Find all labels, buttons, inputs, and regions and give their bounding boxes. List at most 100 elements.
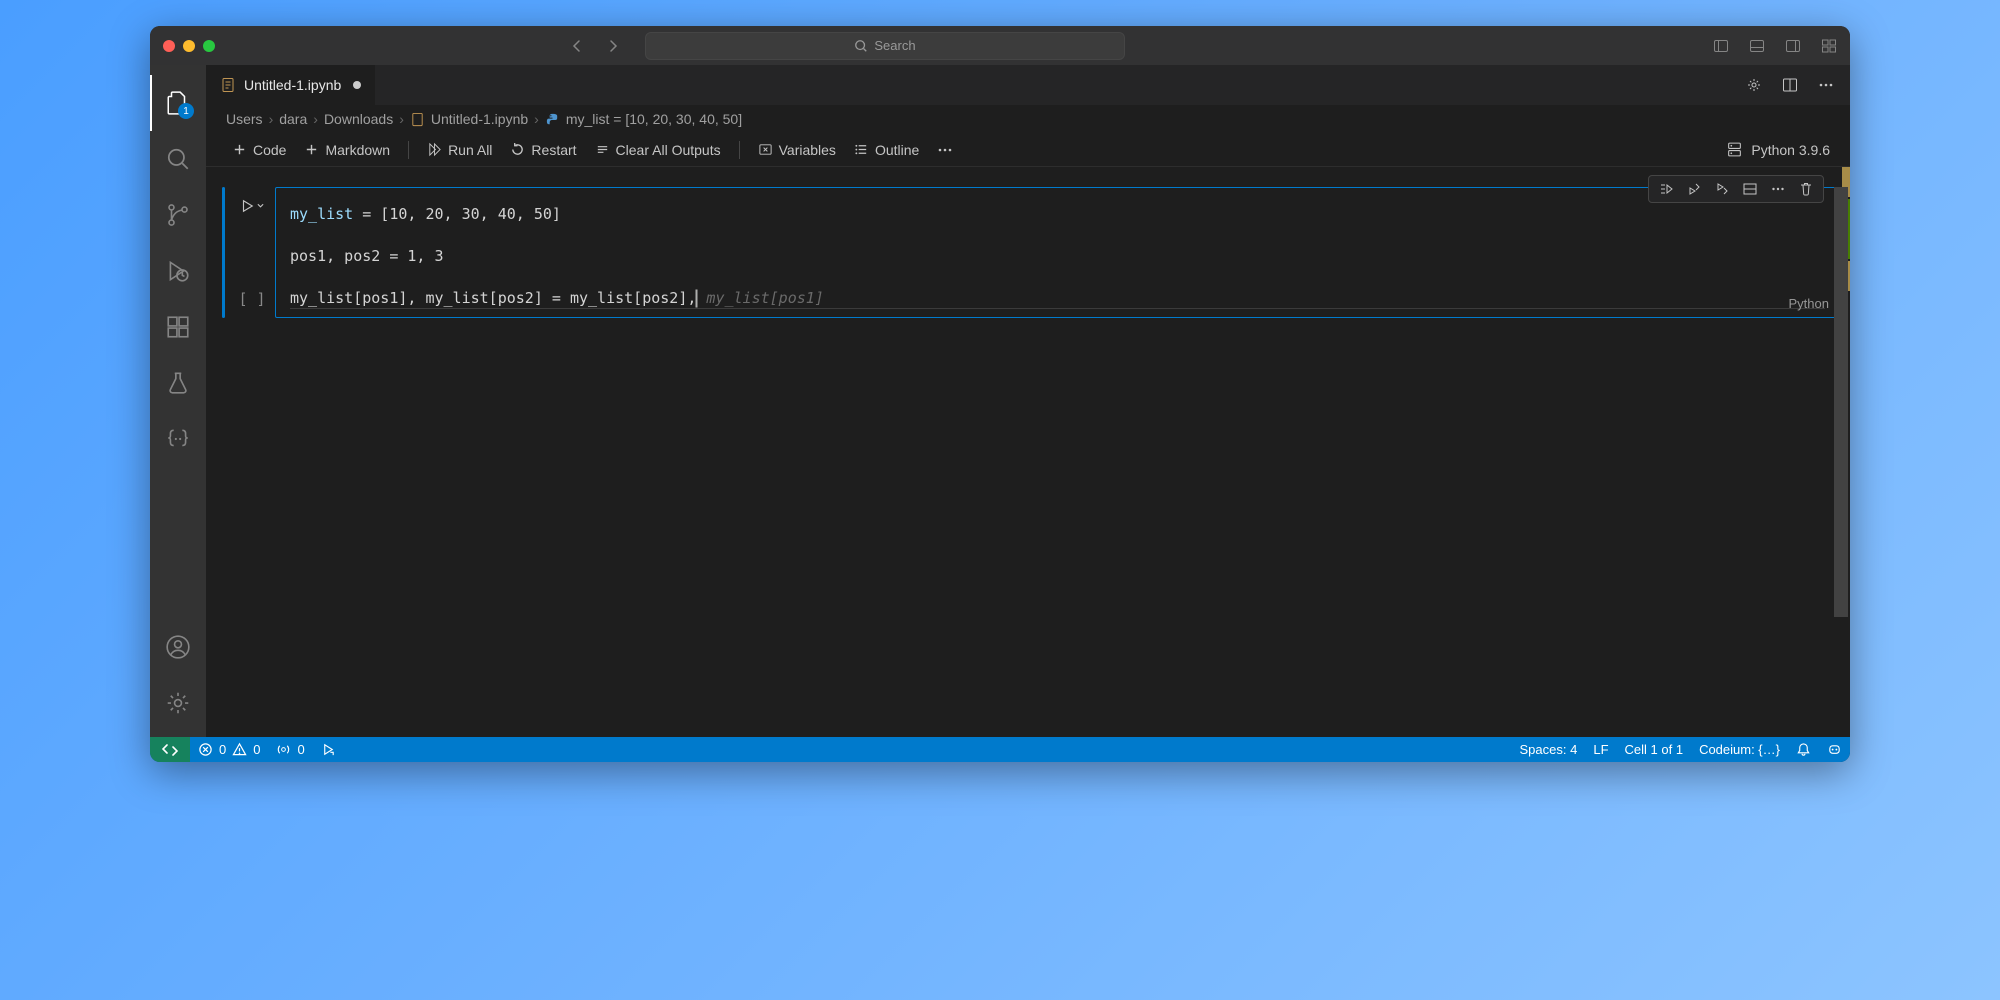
- remote-indicator[interactable]: [150, 737, 190, 762]
- debug-start-icon: [321, 742, 336, 757]
- source-control-tab[interactable]: [150, 187, 206, 243]
- code-line-2: [290, 225, 1825, 246]
- search-tab[interactable]: [150, 131, 206, 187]
- nav-back-button[interactable]: [565, 34, 589, 58]
- statusbar: 0 0 0 Spaces: 4 LF Cell 1 of 1 Codeium: …: [150, 737, 1850, 762]
- notifications-button[interactable]: [1788, 742, 1819, 757]
- cell-language-label[interactable]: Python: [1789, 296, 1829, 311]
- debug-start-status[interactable]: [313, 737, 344, 762]
- variables-button[interactable]: Variables: [752, 139, 842, 161]
- codeium-status[interactable]: Codeium: {…}: [1691, 742, 1788, 757]
- clear-outputs-button[interactable]: Clear All Outputs: [589, 139, 727, 161]
- play-icon: [240, 199, 254, 213]
- search-icon: [854, 39, 868, 53]
- gear-icon: [165, 690, 191, 716]
- label: Restart: [531, 142, 576, 158]
- label: Run All: [448, 142, 492, 158]
- debug-icon: [165, 258, 191, 284]
- plus-icon: [232, 142, 247, 157]
- add-code-cell-button[interactable]: Code: [226, 139, 292, 161]
- code-line-3: pos1, pos2 = 1, 3: [290, 246, 1825, 267]
- execute-below-button[interactable]: [1709, 177, 1735, 201]
- notebook-icon: [220, 77, 236, 93]
- customize-layout-button[interactable]: [1821, 38, 1837, 54]
- toggle-primary-sidebar-button[interactable]: [1713, 38, 1729, 54]
- activity-bar-bottom: [150, 619, 206, 737]
- braces-icon: [165, 426, 191, 452]
- label: Variables: [779, 142, 836, 158]
- cell-position-status[interactable]: Cell 1 of 1: [1617, 742, 1692, 757]
- plus-icon: [304, 142, 319, 157]
- kernel-picker[interactable]: Python 3.9.6: [1726, 141, 1830, 158]
- run-all-button[interactable]: Run All: [421, 139, 498, 161]
- nav-forward-button[interactable]: [601, 34, 625, 58]
- breadcrumb-symbol[interactable]: my_list = [10, 20, 30, 40, 50]: [566, 111, 742, 127]
- beaker-icon: [165, 370, 191, 396]
- indent-status[interactable]: Spaces: 4: [1512, 742, 1586, 757]
- label: Clear All Outputs: [616, 142, 721, 158]
- code-line-4: [290, 267, 1825, 288]
- run-cell-button[interactable]: [240, 199, 265, 213]
- toggle-panel-button[interactable]: [1749, 38, 1765, 54]
- chevron-right-icon: ›: [269, 111, 274, 127]
- remote-icon: [162, 742, 178, 758]
- editor-settings-button[interactable]: [1746, 77, 1762, 93]
- copilot-icon: [1827, 742, 1842, 757]
- breadcrumb-segment[interactable]: dara: [279, 111, 307, 127]
- cell-editor[interactable]: my_list = [10, 20, 30, 40, 50] pos1, pos…: [275, 187, 1840, 318]
- bell-icon: [1796, 742, 1811, 757]
- account-icon: [165, 634, 191, 660]
- copilot-status[interactable]: [1819, 742, 1850, 757]
- restart-button[interactable]: Restart: [504, 139, 582, 161]
- codeium-tab[interactable]: [150, 411, 206, 467]
- search-placeholder: Search: [874, 38, 915, 53]
- chevron-right-icon: ›: [313, 111, 318, 127]
- problems-status[interactable]: 0 0: [190, 737, 268, 762]
- execute-above-button[interactable]: [1681, 177, 1707, 201]
- outline-button[interactable]: Outline: [848, 139, 925, 161]
- cell-more-button[interactable]: [1765, 177, 1791, 201]
- more-actions-button[interactable]: [1818, 77, 1834, 93]
- minimize-window-button[interactable]: [183, 40, 195, 52]
- breadcrumb-segment[interactable]: Downloads: [324, 111, 393, 127]
- delete-cell-button[interactable]: [1793, 177, 1819, 201]
- ellipsis-icon: [937, 142, 953, 158]
- editor-actions: [1746, 65, 1850, 105]
- notebook-body: [ ] my_list = [10, 20, 30, 40, 50] pos1,…: [206, 167, 1850, 737]
- tabs-row: Untitled-1.ipynb: [206, 65, 1850, 105]
- toolbar-more-button[interactable]: [931, 139, 959, 161]
- label: Markdown: [325, 142, 390, 158]
- branch-icon: [165, 202, 191, 228]
- breadcrumb-segment[interactable]: Users: [226, 111, 263, 127]
- editor-group: Untitled-1.ipynb Users › dara › Download…: [206, 65, 1850, 737]
- python-icon: [545, 112, 560, 127]
- command-center-search[interactable]: Search: [645, 32, 1125, 60]
- code-line-1: my_list = [10, 20, 30, 40, 50]: [290, 204, 1825, 225]
- breadcrumbs[interactable]: Users › dara › Downloads › Untitled-1.ip…: [206, 105, 1850, 133]
- accounts-button[interactable]: [150, 619, 206, 675]
- maximize-window-button[interactable]: [203, 40, 215, 52]
- layout-controls: [1713, 38, 1837, 54]
- eol-status[interactable]: LF: [1585, 742, 1616, 757]
- test-tab[interactable]: [150, 355, 206, 411]
- explorer-tab[interactable]: 1: [150, 75, 206, 131]
- variables-icon: [758, 142, 773, 157]
- ports-count: 0: [297, 742, 304, 757]
- close-window-button[interactable]: [163, 40, 175, 52]
- toggle-secondary-sidebar-button[interactable]: [1785, 38, 1801, 54]
- run-debug-tab[interactable]: [150, 243, 206, 299]
- server-icon: [1726, 141, 1743, 158]
- tab-untitled-notebook[interactable]: Untitled-1.ipynb: [206, 65, 376, 105]
- split-editor-button[interactable]: [1782, 77, 1798, 93]
- split-cell-button[interactable]: [1737, 177, 1763, 201]
- code-line-5: my_list[pos1], my_list[pos2] = my_list[p…: [290, 288, 1825, 309]
- add-markdown-cell-button[interactable]: Markdown: [298, 139, 396, 161]
- run-by-line-button[interactable]: [1653, 177, 1679, 201]
- extensions-tab[interactable]: [150, 299, 206, 355]
- ports-status[interactable]: 0: [268, 737, 312, 762]
- traffic-lights: [163, 40, 215, 52]
- vertical-scrollbar[interactable]: [1834, 187, 1848, 617]
- breadcrumb-segment[interactable]: Untitled-1.ipynb: [431, 111, 528, 127]
- settings-button[interactable]: [150, 675, 206, 731]
- code-cell[interactable]: [ ] my_list = [10, 20, 30, 40, 50] pos1,…: [222, 187, 1840, 318]
